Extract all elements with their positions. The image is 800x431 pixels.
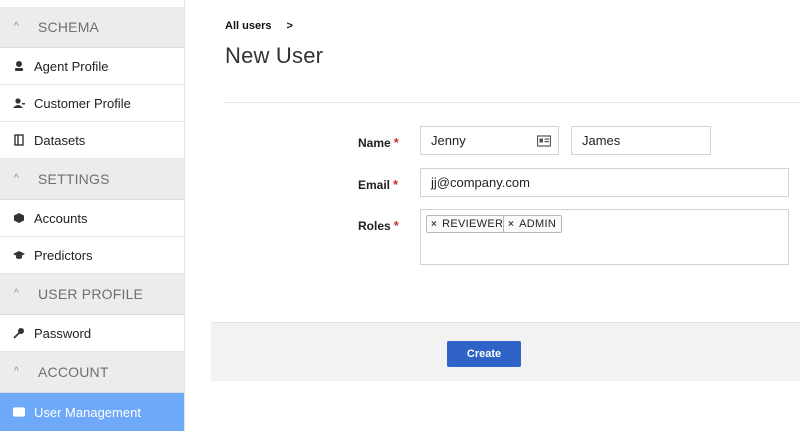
sidebar-item-label: Customer Profile bbox=[34, 95, 131, 111]
section-header-account[interactable]: ^ ACCOUNT bbox=[0, 352, 184, 393]
role-chip-label: ADMIN bbox=[519, 218, 557, 230]
email-label-text: Email bbox=[358, 178, 391, 192]
contact-card-icon[interactable] bbox=[536, 135, 552, 150]
dataset-icon bbox=[13, 134, 25, 146]
sidebar-item-label: Accounts bbox=[34, 210, 88, 226]
email-field[interactable]: jj@company.com bbox=[420, 168, 789, 197]
cube-icon bbox=[13, 212, 25, 224]
roles-label: Roles * bbox=[358, 218, 399, 233]
section-header-settings[interactable]: ^ SETTINGS bbox=[0, 159, 184, 200]
roles-label-text: Roles bbox=[358, 219, 391, 233]
role-chip-admin: × ADMIN bbox=[503, 215, 563, 233]
sidebar-item-accounts[interactable]: Accounts bbox=[0, 200, 184, 237]
form-actions-bar: Create bbox=[211, 322, 800, 381]
required-marker: * bbox=[393, 135, 399, 150]
section-header-schema[interactable]: ^ SCHEMA bbox=[0, 7, 184, 48]
breadcrumb: All users > bbox=[225, 20, 293, 32]
create-button[interactable]: Create bbox=[447, 341, 521, 367]
main-content: All users > New User Name * Jenny James E… bbox=[185, 0, 800, 431]
sidebar-item-password[interactable]: Password bbox=[0, 315, 184, 352]
sidebar-item-label: User Management bbox=[34, 404, 141, 420]
sidebar-item-label: Datasets bbox=[34, 132, 86, 148]
section-title: SETTINGS bbox=[38, 171, 110, 187]
chevron-up-icon: ^ bbox=[14, 20, 19, 32]
breadcrumb-link-all-users[interactable]: All users bbox=[225, 20, 271, 32]
sidebar-item-agent-profile[interactable]: Agent Profile bbox=[0, 48, 184, 85]
chevron-up-icon: ^ bbox=[14, 287, 19, 299]
customer-icon bbox=[13, 97, 25, 109]
breadcrumb-separator: > bbox=[286, 20, 293, 32]
roles-field[interactable]: × REVIEWER × ADMIN bbox=[420, 209, 789, 265]
sidebar-item-label: Predictors bbox=[34, 247, 93, 263]
remove-icon[interactable]: × bbox=[431, 219, 437, 230]
section-title: SCHEMA bbox=[38, 19, 100, 35]
name-label-text: Name bbox=[358, 136, 391, 150]
sidebar-item-predictors[interactable]: Predictors bbox=[0, 237, 184, 274]
sidebar-item-user-management[interactable]: User Management bbox=[0, 393, 184, 431]
required-marker: * bbox=[393, 218, 399, 233]
divider bbox=[225, 102, 800, 103]
last-name-value: James bbox=[582, 133, 621, 148]
sidebar-item-datasets[interactable]: Datasets bbox=[0, 122, 184, 159]
chevron-up-icon: ^ bbox=[14, 365, 19, 377]
agent-icon bbox=[13, 60, 25, 72]
chevron-up-icon: ^ bbox=[14, 172, 19, 184]
sidebar: ^ SCHEMA Agent Profile Customer Profile … bbox=[0, 0, 185, 431]
graduation-cap-icon bbox=[13, 249, 25, 261]
sidebar-item-label: Password bbox=[34, 325, 92, 341]
sidebar-item-label: Agent Profile bbox=[34, 58, 109, 74]
key-icon bbox=[13, 327, 25, 339]
last-name-field[interactable]: James bbox=[571, 126, 711, 155]
email-label: Email * bbox=[358, 177, 398, 192]
remove-icon[interactable]: × bbox=[508, 219, 514, 230]
role-chip-label: REVIEWER bbox=[442, 218, 504, 230]
first-name-value: Jenny bbox=[431, 133, 466, 148]
required-marker: * bbox=[393, 177, 399, 192]
page-title: New User bbox=[225, 43, 324, 68]
section-header-user-profile[interactable]: ^ USER PROFILE bbox=[0, 274, 184, 315]
first-name-field[interactable]: Jenny bbox=[420, 126, 559, 155]
email-value: jj@company.com bbox=[431, 175, 530, 190]
sidebar-item-customer-profile[interactable]: Customer Profile bbox=[0, 85, 184, 122]
role-chip-reviewer: × REVIEWER bbox=[426, 215, 510, 233]
id-card-icon bbox=[13, 406, 25, 418]
name-label: Name * bbox=[358, 135, 399, 150]
section-title: USER PROFILE bbox=[38, 286, 144, 302]
section-title: ACCOUNT bbox=[38, 364, 109, 380]
